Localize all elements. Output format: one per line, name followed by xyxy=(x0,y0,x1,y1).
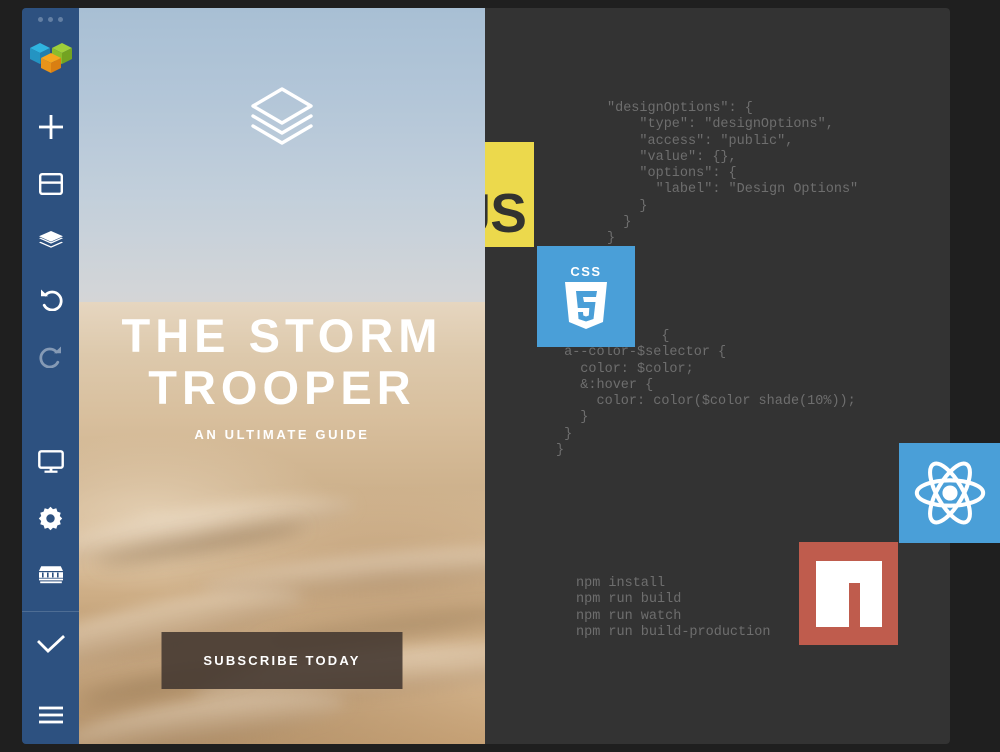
css3-shield-icon: CSS xyxy=(565,264,607,329)
code-snippet-npm: npm install npm run build npm run watch … xyxy=(576,576,771,640)
npm-badge[interactable] xyxy=(799,542,898,645)
sidebar-item-settings[interactable] xyxy=(22,490,79,547)
sidebar-item-redo[interactable] xyxy=(22,327,79,384)
svg-text:CSS: CSS xyxy=(570,264,601,279)
code-snippet-json: "designOptions": { "type": "designOption… xyxy=(607,101,859,247)
window-dot-3 xyxy=(58,17,63,22)
app-frame: "designOptions": { "type": "designOption… xyxy=(0,0,1000,752)
sidebar-item-sections[interactable] xyxy=(22,155,79,212)
monitor-icon xyxy=(37,449,64,473)
window-dot-1 xyxy=(38,17,43,22)
sidebar-item-undo[interactable] xyxy=(22,270,79,327)
subscribe-today-button[interactable]: SUBSCRIBE TODAY xyxy=(161,632,403,689)
app-logo[interactable] xyxy=(22,30,79,84)
poster-title-line-2: TROOPER xyxy=(148,361,416,414)
layers-icon xyxy=(38,231,63,249)
sidebar-item-menu[interactable] xyxy=(22,687,79,744)
hamburger-icon xyxy=(38,706,63,724)
undo-icon xyxy=(40,289,63,311)
storefront-icon xyxy=(38,566,63,584)
sidebar-item-preview[interactable] xyxy=(22,433,79,490)
poster-title: THE STORM TROOPER xyxy=(79,310,485,414)
window-dots xyxy=(38,17,63,22)
code-snippet-scss: { a--color-$selector { color: $color; &:… xyxy=(556,329,856,459)
sidebar-item-layers[interactable] xyxy=(22,213,79,270)
window-dot-2 xyxy=(48,17,53,22)
gear-icon xyxy=(38,507,63,531)
npm-logo-icon xyxy=(815,560,882,627)
check-icon xyxy=(36,634,65,653)
plus-icon xyxy=(38,114,63,139)
sidebar-item-publish[interactable] xyxy=(22,616,79,673)
react-atom-icon xyxy=(914,461,985,525)
poster-canvas[interactable]: THE STORM TROOPER AN ULTIMATE GUIDE SUBS… xyxy=(79,8,485,744)
left-sidebar xyxy=(22,8,79,744)
react-badge[interactable] xyxy=(899,443,1000,543)
css3-badge[interactable]: CSS xyxy=(537,246,635,347)
poster-title-line-1: THE STORM xyxy=(121,309,443,362)
redo-icon xyxy=(38,346,61,368)
layers-stack-icon xyxy=(251,87,313,145)
poster-subtitle: AN ULTIMATE GUIDE xyxy=(194,427,370,442)
cube-logo-icon xyxy=(29,43,72,74)
sections-icon xyxy=(38,172,63,195)
sidebar-item-add[interactable] xyxy=(22,98,79,155)
sidebar-divider xyxy=(22,610,79,612)
sidebar-item-store[interactable] xyxy=(22,548,79,605)
